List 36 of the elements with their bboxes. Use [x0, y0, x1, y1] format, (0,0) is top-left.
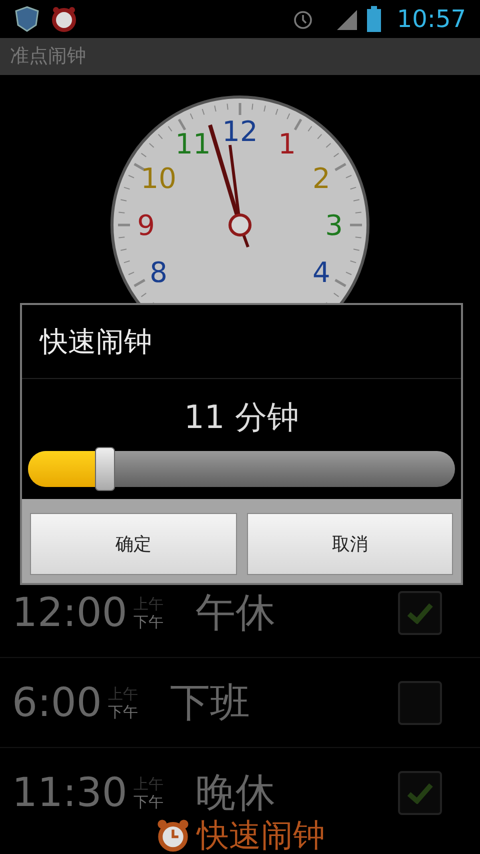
- clock-numeral: 8: [150, 256, 168, 289]
- pm-label[interactable]: 下午: [133, 612, 164, 630]
- clock-numeral: 3: [325, 209, 343, 242]
- alarm-checkbox[interactable]: [398, 680, 442, 724]
- clock-numeral: 9: [137, 209, 155, 242]
- clock-numeral: 1: [278, 128, 296, 161]
- alarm-clock-icon: [155, 817, 191, 853]
- app-title: 准点闹钟: [10, 44, 86, 70]
- clock-numeral: 11: [175, 128, 211, 161]
- clock-numeral: 4: [312, 256, 330, 289]
- quick-alarm-label: 快速闹钟: [197, 815, 325, 854]
- alarm-time: 6:00: [12, 682, 102, 722]
- minutes-reading: 11 分钟: [184, 397, 299, 438]
- alarm-label: 晚休: [195, 772, 276, 812]
- clock-numeral: 10: [140, 162, 176, 195]
- signal-icon: [334, 8, 359, 30]
- dialog-title: 快速闹钟: [40, 324, 152, 360]
- dialog-button[interactable]: 确定: [30, 513, 236, 575]
- clock-numeral: 2: [312, 162, 330, 195]
- shield-icon: [14, 5, 40, 33]
- pm-label[interactable]: 下午: [133, 792, 164, 810]
- alarm-label: 午休: [195, 592, 276, 632]
- alarm-checkbox[interactable]: [398, 770, 442, 814]
- alarm-time: 12:00: [12, 592, 128, 632]
- alarm-label: 下班: [170, 682, 250, 722]
- dialog-button[interactable]: 取消: [246, 513, 453, 575]
- alarm-time: 11:30: [12, 772, 128, 812]
- alarm-clock-icon: [50, 5, 78, 33]
- clock-numeral: 12: [222, 115, 258, 148]
- check-icon: [406, 782, 434, 804]
- alarm-checkbox[interactable]: [398, 590, 442, 634]
- pm-label[interactable]: 下午: [108, 702, 138, 720]
- slider-thumb[interactable]: [94, 447, 115, 491]
- check-icon: [406, 602, 434, 624]
- clock-time: 10:57: [396, 4, 466, 35]
- battery-icon: [366, 6, 381, 32]
